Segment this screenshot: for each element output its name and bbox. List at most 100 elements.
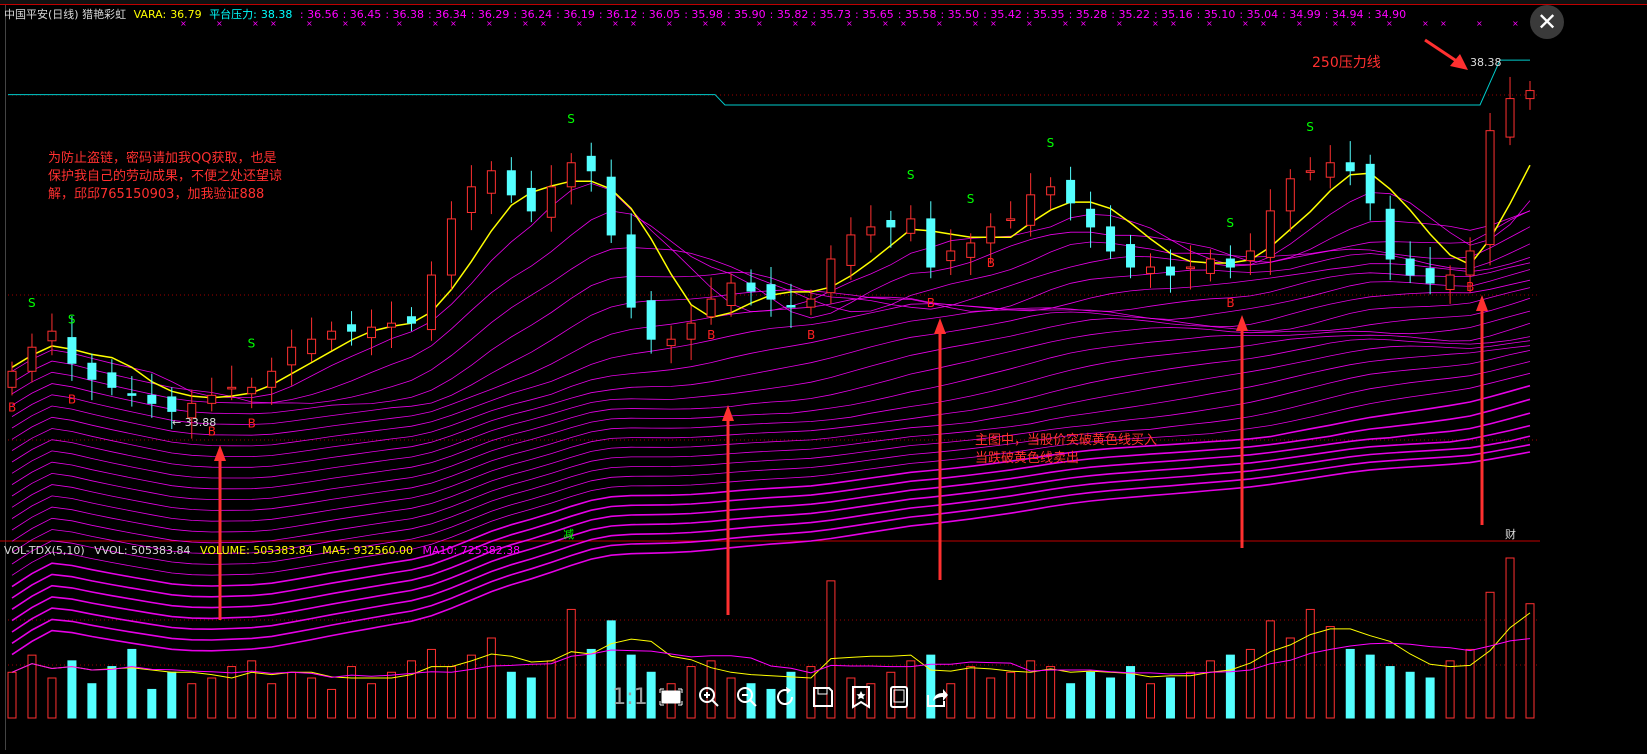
volume-bar <box>1165 677 1175 719</box>
volume-header: VOL-TDX(5,10) VVOL: 505383.84 VOLUME: 50… <box>4 544 526 557</box>
volume-bar <box>387 671 396 719</box>
zoom-out-button[interactable] <box>732 682 762 712</box>
volume-bar <box>347 666 357 719</box>
bookmark-star-icon <box>852 686 870 709</box>
volume-bar <box>1225 654 1235 719</box>
rainbow-line <box>11 398 1531 599</box>
candle-body <box>486 170 496 194</box>
pressure-level: : 35.10 <box>1196 8 1236 21</box>
candle-body <box>766 284 776 300</box>
rainbow-line <box>11 322 1531 511</box>
candle-body <box>726 282 736 307</box>
volume-bar <box>7 671 17 719</box>
pressure-level: : 36.34 <box>428 8 467 21</box>
pressure-level: : 35.90 <box>726 8 766 21</box>
candle-body <box>87 362 97 380</box>
bookmark-button[interactable] <box>846 682 876 712</box>
pressure-level: : 35.65 <box>855 8 894 21</box>
candle-body <box>646 300 656 340</box>
buy-signal: B <box>1226 296 1234 310</box>
pressure-line-label: 250压力线 <box>1312 55 1381 71</box>
volume-bar <box>426 648 436 719</box>
volume-bar <box>1066 683 1076 719</box>
volume-bar <box>187 683 197 719</box>
volume-bar <box>1325 626 1335 719</box>
candle-body <box>966 242 976 258</box>
pressure-level: : 35.50 <box>940 8 980 21</box>
candle-body <box>1245 250 1255 262</box>
buy-signal: B <box>68 392 76 406</box>
high-price-label: 38.38 <box>1470 56 1502 69</box>
pressure-level: : 35.98 <box>684 8 723 21</box>
pressure-level: : 35.73 <box>812 8 852 21</box>
ma5-value: MA5: 932560.00 <box>322 544 413 557</box>
candle-body <box>1265 210 1275 258</box>
actual-size-button[interactable]: 1:1 <box>612 682 648 712</box>
volume-bar <box>1086 671 1096 719</box>
candle-body <box>1445 274 1455 290</box>
candle-body <box>347 324 357 332</box>
volume-bar <box>367 683 377 719</box>
fit-screen-button[interactable] <box>656 682 686 712</box>
sell-signal: S <box>907 168 915 182</box>
volume-bar <box>1525 603 1535 719</box>
candle-body <box>546 186 556 218</box>
volume-bar <box>526 677 536 719</box>
candle-body <box>846 234 856 266</box>
pressure-level: : 35.16 <box>1153 8 1193 21</box>
zoom-in-button[interactable] <box>694 682 724 712</box>
candle-body <box>227 386 237 390</box>
pressure-value: 38.38 <box>260 8 293 21</box>
arrow-head <box>934 318 946 334</box>
candle-body <box>7 370 17 388</box>
vara-value: 36.79 <box>170 8 202 21</box>
pressure-level: : 34.94 <box>1324 8 1364 21</box>
volume-bar <box>147 688 157 719</box>
volume-bar <box>1505 557 1515 719</box>
candle-body <box>67 337 77 364</box>
tablet-button[interactable] <box>884 682 914 712</box>
candle-body <box>127 393 137 396</box>
candle-body <box>307 338 317 355</box>
volume-bar <box>287 671 297 719</box>
volume-bar <box>1006 671 1016 719</box>
vvol-value: VVOL: 505383.84 <box>94 544 191 557</box>
volume-value: VOLUME: 505383.84 <box>200 544 313 557</box>
pressure-level: : 35.04 <box>1239 8 1279 21</box>
rainbow-line <box>11 336 1531 522</box>
close-button[interactable]: ✕ <box>1530 5 1564 39</box>
buy-signal: B <box>987 256 995 270</box>
volume-bar <box>107 666 117 719</box>
volume-bar <box>586 648 596 719</box>
close-icon: ✕ <box>1536 8 1558 36</box>
buy-signal: B <box>807 328 815 342</box>
arrow-head <box>1450 54 1468 70</box>
arrow-head <box>1236 315 1248 331</box>
pressure-label: 平台压力: <box>209 8 257 21</box>
note-line: 保护我自己的劳动成果，不便之处还望谅 <box>48 169 283 184</box>
volume-bar <box>566 608 576 719</box>
note-text: 为防止盗链，密码请加我QQ获取，也是 保护我自己的劳动成果，不便之处还望谅 解，… <box>48 150 282 204</box>
candle-body <box>1405 258 1415 276</box>
volume-indicator: VOL-TDX(5,10) <box>4 544 85 557</box>
sell-signal: S <box>967 192 975 206</box>
candle-body <box>506 170 516 196</box>
share-button[interactable] <box>922 682 952 712</box>
sell-signal: S <box>1047 136 1055 150</box>
pressure-mark: × <box>1422 19 1429 28</box>
rotate-button[interactable] <box>770 682 800 712</box>
volume-bar <box>1485 591 1495 719</box>
pressure-level: : 36.29 <box>470 8 510 21</box>
buy-signal: B <box>1466 280 1474 294</box>
candle-body <box>1006 218 1016 221</box>
candle-body <box>686 322 696 340</box>
pressure-mark: × <box>1476 19 1483 28</box>
save-button[interactable] <box>808 682 838 712</box>
candle-body <box>1146 266 1155 274</box>
event-marker: 减 <box>563 528 574 541</box>
volume-bar <box>267 683 277 719</box>
rainbow-line <box>11 424 1531 622</box>
sell-signal: S <box>567 112 575 126</box>
volume-bar <box>327 688 337 719</box>
candle-body <box>1345 162 1355 172</box>
